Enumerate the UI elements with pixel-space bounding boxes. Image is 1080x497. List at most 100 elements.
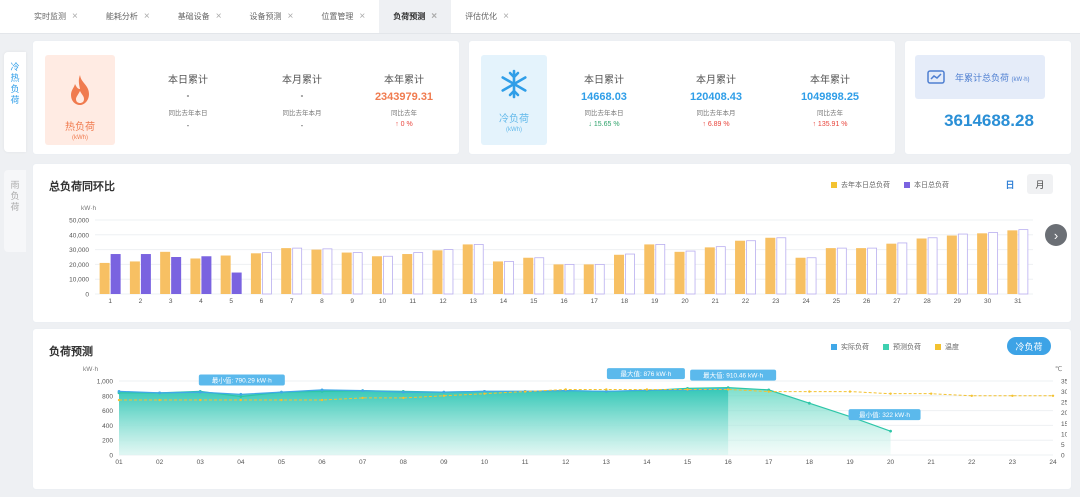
day-button[interactable]: 日: [997, 174, 1023, 194]
tab-item[interactable]: 评估优化 ×: [451, 0, 523, 33]
legend-this-day[interactable]: 本日总负荷: [904, 180, 949, 190]
year-total-label: 年累计总负荷 (kW·h): [955, 71, 1030, 84]
x-tick-label: 21: [928, 459, 936, 466]
cold-load-label: 冷负荷: [499, 114, 529, 125]
metric-title: 本年累计: [810, 75, 850, 86]
x-tick-label: 11: [522, 459, 529, 466]
side-tab-char: 冷: [10, 62, 20, 72]
bar-this-day: [292, 247, 303, 295]
x-tick-label: 12: [439, 298, 447, 305]
tab-item[interactable]: 基础设备 ×: [164, 0, 236, 33]
temperature-point: [239, 398, 243, 402]
bar-this-day: [564, 264, 575, 295]
cold-load-card: 冷负荷 (kWh) 本日累计 14668.03 同比去年本日 ↓ 15.65 %…: [468, 40, 896, 155]
legend-temperature[interactable]: 温度: [935, 342, 959, 352]
tab-item[interactable]: 能耗分析 ×: [92, 0, 164, 33]
temperature-point: [564, 388, 567, 391]
actual-point: [401, 390, 405, 394]
hot-load-unit: (kWh): [72, 135, 88, 141]
metric-compare-pct: -: [300, 121, 304, 130]
temperature-point: [158, 398, 161, 402]
temperature-point: [970, 394, 973, 397]
bar-this-day: [413, 252, 424, 295]
actual-point: [239, 392, 243, 396]
side-tab-char: 负: [10, 84, 20, 94]
bar-last-year: [644, 244, 655, 294]
bar-this-day: [534, 257, 545, 295]
tab-item[interactable]: 位置管理 ×: [307, 0, 379, 33]
legend-swatch: [883, 344, 889, 350]
bar-last-year: [523, 257, 534, 294]
x-tick-label: 22: [968, 459, 976, 466]
x-tick-label: 8: [320, 298, 324, 305]
year-total-label-text: 年累计总负荷: [955, 72, 1010, 83]
y2-tick-label: 5: [1061, 442, 1065, 449]
x-tick-label: 18: [621, 298, 629, 305]
temperature-point: [767, 390, 770, 393]
legend-label: 预测负荷: [893, 344, 921, 351]
close-icon[interactable]: ×: [359, 11, 365, 22]
bar-last-year: [281, 248, 292, 294]
bar-last-year: [99, 262, 110, 294]
side-tab-rain-load[interactable]: 雨负荷: [4, 170, 26, 252]
y2-tick-label: 0: [1061, 453, 1065, 460]
side-tab-cold-hot-load[interactable]: 冷热负荷: [4, 52, 26, 152]
bar-last-year: [674, 251, 685, 294]
year-total-header: 年累计总负荷 (kW·h): [915, 55, 1045, 99]
legend-forecast[interactable]: 预测负荷: [883, 342, 921, 352]
legend-actual[interactable]: 实际负荷: [831, 342, 869, 352]
bar-last-year: [432, 250, 443, 294]
metric-title: 本年累计: [384, 75, 424, 86]
close-icon[interactable]: ×: [503, 11, 509, 22]
y-tick-label: 400: [102, 423, 113, 430]
cold-load-unit: (kWh): [506, 127, 522, 133]
bar-this-day: [867, 247, 877, 295]
bar-this-day: [110, 254, 121, 294]
side-tab-char: 负: [10, 191, 20, 201]
bar-last-year: [583, 264, 594, 294]
x-tick-label: 02: [156, 459, 164, 466]
month-button[interactable]: 月: [1027, 174, 1053, 194]
bar-this-day: [473, 244, 484, 295]
temperature-point: [199, 398, 202, 402]
side-tab-char: 荷: [10, 95, 20, 105]
temperature-point: [929, 392, 933, 395]
legend-last-year[interactable]: 去年本日总负荷: [831, 180, 890, 190]
x-tick-label: 01: [115, 459, 123, 466]
bar-this-day: [897, 242, 908, 295]
tab-item[interactable]: 实时监测 ×: [20, 0, 92, 33]
metric-compare-label: 同比去年: [817, 110, 843, 117]
x-tick-label: 16: [725, 459, 733, 466]
temperature-point: [605, 388, 608, 391]
close-icon[interactable]: ×: [72, 11, 78, 22]
legend-swatch: [904, 182, 910, 188]
bar-last-year: [916, 238, 927, 294]
x-tick-label: 06: [318, 459, 326, 466]
bar-last-year: [856, 248, 867, 294]
side-tab-char: 热: [10, 73, 20, 83]
close-icon[interactable]: ×: [144, 11, 150, 22]
x-tick-label: 13: [470, 298, 478, 305]
bar-this-day: [927, 237, 938, 295]
tab-label: 设备预测: [249, 11, 282, 21]
bar-last-year: [825, 248, 836, 294]
y2-axis-unit: ℃: [1055, 365, 1062, 373]
chevron-right-icon[interactable]: ›: [1045, 224, 1067, 246]
cold-metric-day: 本日累计 14668.03 同比去年本日 ↓ 15.65 %: [549, 71, 659, 128]
bar-chart: kW·h50,00040,00030,00020,00010,00001 2 3 4 5…: [69, 205, 1033, 305]
x-tick-label: 21: [712, 298, 720, 305]
legend-swatch: [831, 344, 837, 350]
snowflake-icon: [501, 69, 527, 99]
x-tick-label: 29: [954, 298, 962, 305]
y-axis-unit: kW·h: [81, 205, 97, 212]
x-tick-label: 24: [1049, 459, 1057, 466]
tab-item[interactable]: 设备预测 ×: [236, 0, 308, 33]
x-tick-label: 22: [742, 298, 750, 305]
y-tick-label: 1,000: [97, 379, 114, 386]
actual-point: [280, 390, 283, 394]
bar-this-day: [140, 254, 151, 294]
tab-item[interactable]: 负荷预测 ×: [379, 0, 452, 33]
close-icon[interactable]: ×: [431, 11, 437, 22]
close-icon[interactable]: ×: [288, 11, 294, 22]
close-icon[interactable]: ×: [216, 11, 222, 22]
